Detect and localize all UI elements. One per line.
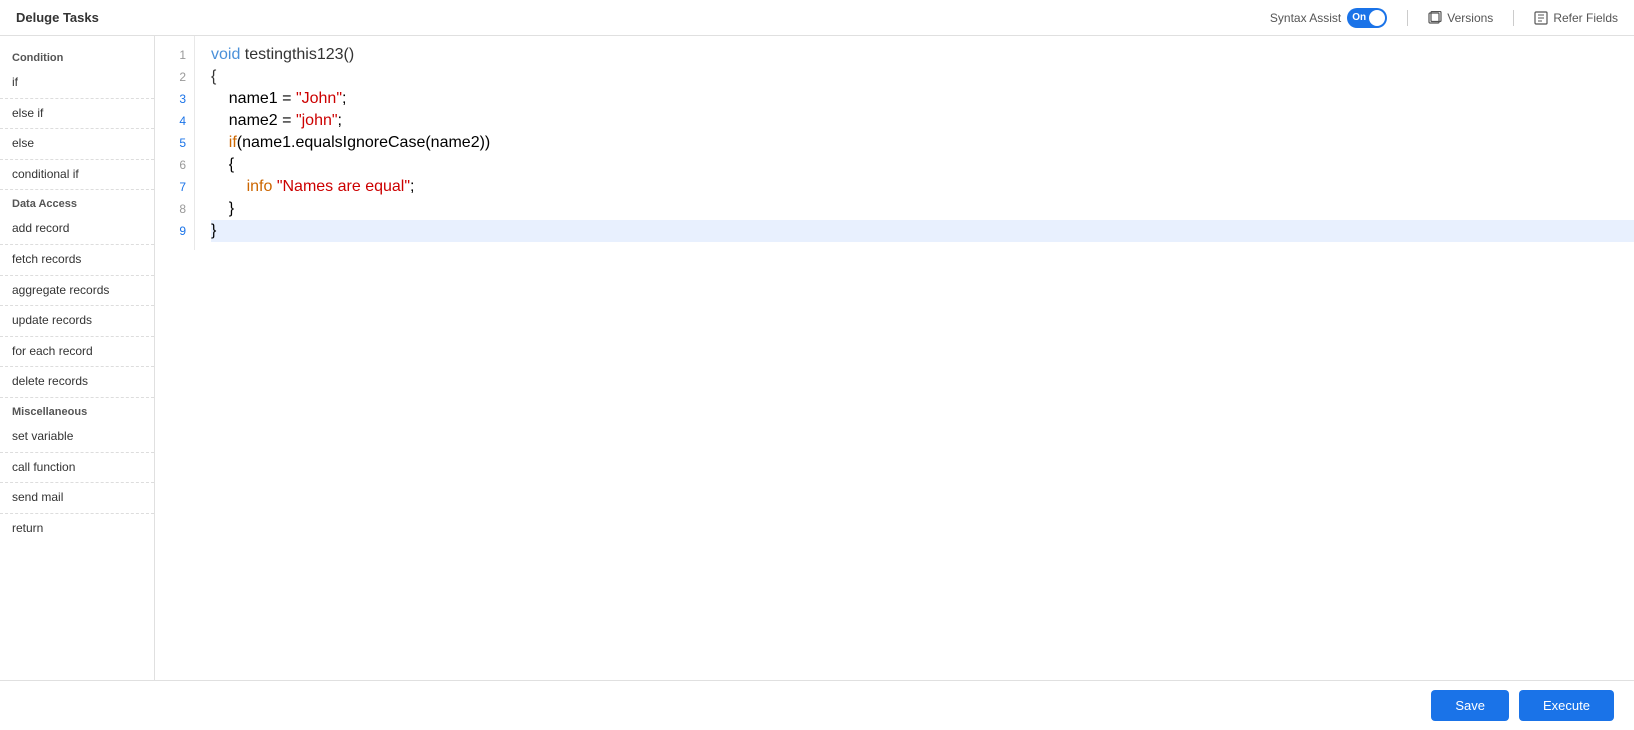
header-actions: Syntax Assist On Versions	[1270, 8, 1618, 28]
toggle-label: On	[1352, 12, 1366, 23]
divider2	[1513, 10, 1514, 26]
line-num-2: 2	[155, 66, 186, 88]
execute-button[interactable]: Execute	[1519, 690, 1614, 721]
sidebar-item-else[interactable]: else	[0, 129, 154, 160]
keyword-void: void	[211, 46, 245, 64]
sidebar-item-else-if[interactable]: else if	[0, 99, 154, 130]
code-editor[interactable]: 1 2 3 4 5 6 7 8 9 void testingthis123() …	[155, 36, 1634, 680]
sidebar: Condition if else if else conditional if…	[0, 36, 155, 680]
line-num-8: 8	[155, 198, 186, 220]
line-num-4: 4	[155, 110, 186, 132]
code-line-7: info "Names are equal";	[211, 176, 1634, 198]
data-access-section-title: Data Access	[0, 190, 154, 214]
main-layout: Condition if else if else conditional if…	[0, 36, 1634, 680]
sidebar-item-for-each-record[interactable]: for each record	[0, 337, 154, 368]
misc-section-title: Miscellaneous	[0, 398, 154, 422]
syntax-assist-control[interactable]: Syntax Assist On	[1270, 8, 1387, 28]
line-num-1: 1	[155, 44, 186, 66]
syntax-assist-toggle[interactable]: On	[1347, 8, 1387, 28]
syntax-assist-label: Syntax Assist	[1270, 11, 1341, 25]
line-num-6: 6	[155, 154, 186, 176]
save-button[interactable]: Save	[1431, 690, 1509, 721]
code-line-4: name2 = "john";	[211, 110, 1634, 132]
refer-fields-icon	[1534, 11, 1548, 25]
line-num-7: 7	[155, 176, 186, 198]
code-lines-container: 1 2 3 4 5 6 7 8 9 void testingthis123() …	[155, 36, 1634, 250]
sidebar-item-aggregate-records[interactable]: aggregate records	[0, 276, 154, 307]
line-numbers: 1 2 3 4 5 6 7 8 9	[155, 36, 195, 250]
code-line-5: if(name1.equalsIgnoreCase(name2))	[211, 132, 1634, 154]
sidebar-item-set-variable[interactable]: set variable	[0, 422, 154, 453]
code-line-6: {	[211, 154, 1634, 176]
footer: Save Execute	[0, 680, 1634, 730]
func-name: testingthis123()	[245, 46, 354, 64]
sidebar-item-update-records[interactable]: update records	[0, 306, 154, 337]
sidebar-item-call-function[interactable]: call function	[0, 453, 154, 484]
sidebar-item-if[interactable]: if	[0, 68, 154, 99]
code-content[interactable]: void testingthis123() { name1 = "John"; …	[195, 36, 1634, 250]
refer-fields-button[interactable]: Refer Fields	[1534, 11, 1618, 25]
versions-icon	[1428, 11, 1442, 25]
divider	[1407, 10, 1408, 26]
versions-button[interactable]: Versions	[1428, 11, 1493, 25]
condition-section-title: Condition	[0, 44, 154, 68]
sidebar-item-send-mail[interactable]: send mail	[0, 483, 154, 514]
line-num-5: 5	[155, 132, 186, 154]
sidebar-item-fetch-records[interactable]: fetch records	[0, 245, 154, 276]
sidebar-item-delete-records[interactable]: delete records	[0, 367, 154, 398]
sidebar-item-return[interactable]: return	[0, 514, 154, 544]
code-line-3: name1 = "John";	[211, 88, 1634, 110]
toggle-knob	[1369, 10, 1385, 26]
code-line-2: {	[211, 66, 1634, 88]
code-line-1: void testingthis123()	[211, 44, 1634, 66]
app-title: Deluge Tasks	[16, 10, 99, 25]
header: Deluge Tasks Syntax Assist On Versions	[0, 0, 1634, 36]
line-num-3: 3	[155, 88, 186, 110]
sidebar-item-add-record[interactable]: add record	[0, 214, 154, 245]
code-line-9: }	[211, 220, 1634, 242]
sidebar-item-conditional-if[interactable]: conditional if	[0, 160, 154, 191]
line-num-9: 9	[155, 220, 186, 242]
code-line-8: }	[211, 198, 1634, 220]
